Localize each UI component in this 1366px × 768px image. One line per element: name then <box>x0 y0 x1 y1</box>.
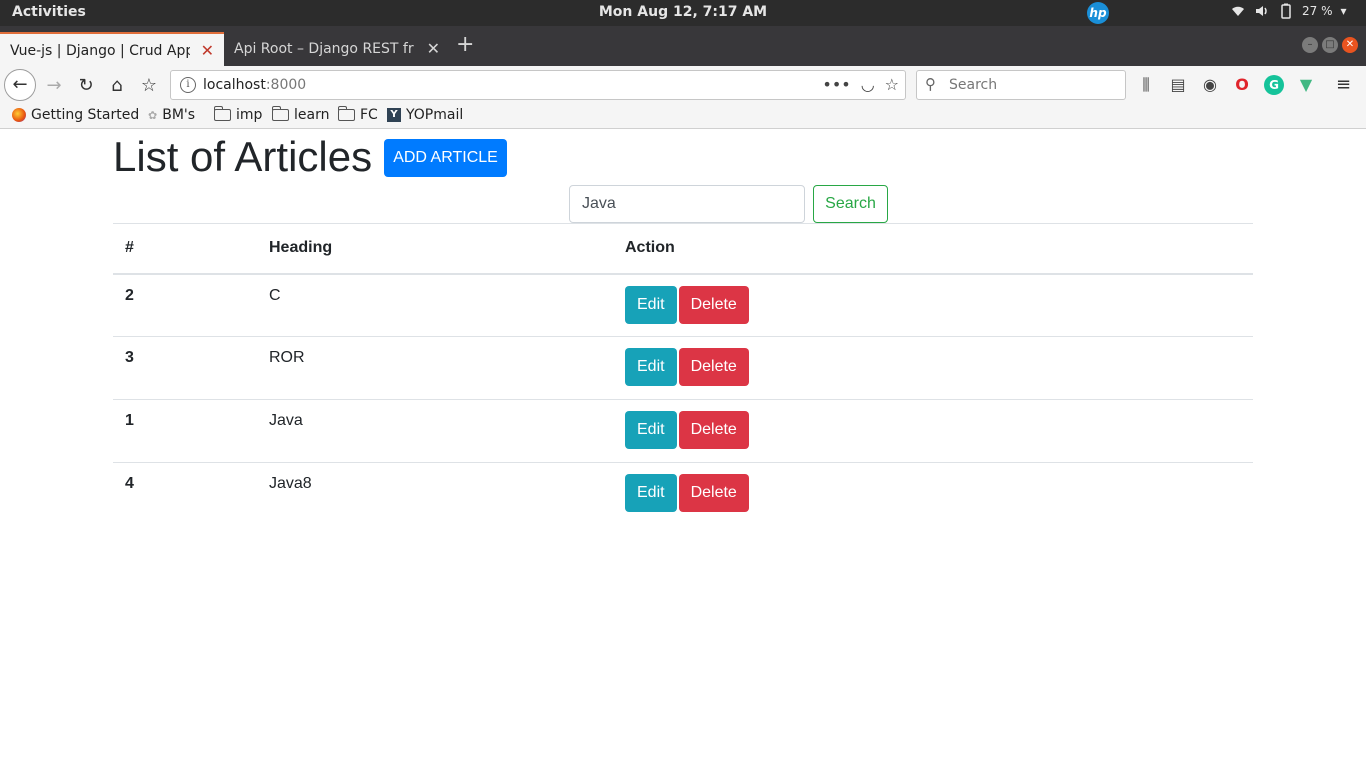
table-row: 3 ROR Edit Delete <box>113 336 1253 400</box>
row-actions: Edit Delete <box>613 462 1253 526</box>
row-actions: Edit Delete <box>613 274 1253 337</box>
bookmark-bms[interactable]: ✿ BM's <box>148 107 195 123</box>
bookmark-folder-imp[interactable]: imp <box>213 106 263 123</box>
page-content: List of Articles ADD ARTICLE Search # He… <box>0 129 1366 768</box>
maximize-window-icon[interactable]: □ <box>1322 37 1338 53</box>
row-heading: Java8 <box>257 462 613 526</box>
bookmark-getting-started[interactable]: Getting Started <box>12 107 139 123</box>
home-icon[interactable]: ⌂ <box>103 72 131 100</box>
articles-table: # Heading Action 2 C Edit Delete 3 ROR Ed… <box>113 223 1253 526</box>
search-icon: ⚲ <box>925 75 936 93</box>
delete-button[interactable]: Delete <box>678 285 749 324</box>
tab-close-icon[interactable]: ✕ <box>201 41 214 60</box>
column-header-action: Action <box>613 223 1253 275</box>
system-tray[interactable]: 27 % ▾ <box>1230 3 1347 19</box>
edit-button[interactable]: Edit <box>625 474 677 512</box>
bookmark-star-icon[interactable]: ☆ <box>885 75 899 94</box>
new-tab-plus-icon[interactable]: + <box>456 34 474 56</box>
site-info-icon[interactable]: i <box>180 77 196 93</box>
tab-title: Vue-js | Django | Crud App <box>10 43 190 59</box>
edit-button[interactable]: Edit <box>625 285 677 324</box>
row-actions: Edit Delete <box>613 336 1253 400</box>
wifi-icon <box>1232 6 1244 17</box>
table-header-row: # Heading Action <box>113 223 1253 275</box>
folder-icon <box>213 106 231 121</box>
row-id: 2 <box>125 286 134 304</box>
bookmark-folder-fc[interactable]: FC <box>337 106 378 123</box>
grammarly-icon[interactable]: G <box>1264 75 1284 95</box>
library-icon[interactable]: ⫼ <box>1136 75 1156 95</box>
article-search-input[interactable] <box>569 185 805 223</box>
forward-arrow-icon[interactable]: → <box>40 72 68 100</box>
tab-close-icon[interactable]: ✕ <box>427 39 440 58</box>
firefox-icon <box>12 108 26 122</box>
url-text[interactable]: localhost:8000 <box>203 77 306 93</box>
vue-devtools-icon[interactable]: ▼ <box>1296 75 1316 95</box>
row-id: 4 <box>113 462 257 526</box>
delete-button[interactable]: Delete <box>678 348 749 386</box>
account-icon[interactable]: ◉ <box>1200 75 1220 95</box>
table-row: 2 C Edit Delete <box>113 274 1253 337</box>
bookmark-label: FC <box>360 107 378 123</box>
row-id: 1 <box>113 399 257 463</box>
tab-inactive[interactable]: Api Root – Django REST fram ✕ <box>224 32 450 66</box>
folder-icon <box>337 106 355 121</box>
browser-tab-strip: Vue-js | Django | Crud App ✕ Api Root – … <box>0 26 1366 66</box>
table-row: 1 Java Edit Delete <box>113 399 1253 463</box>
bookmark-label: Getting Started <box>31 107 140 123</box>
bookmark-label: BM's <box>162 107 196 123</box>
url-port: :8000 <box>265 77 307 93</box>
volume-icon <box>1256 6 1267 16</box>
bookmark-favicon-icon: ✿ <box>148 108 158 122</box>
yopmail-icon: Y <box>387 108 401 122</box>
delete-button[interactable]: Delete <box>678 474 749 512</box>
url-host: localhost <box>203 77 266 93</box>
column-header-heading: Heading <box>257 223 613 275</box>
search-placeholder: Search <box>949 77 998 93</box>
window-controls: – □ ✕ <box>1302 37 1358 53</box>
opera-extension-icon[interactable]: O <box>1232 75 1252 95</box>
page-actions-icon[interactable]: ••• <box>822 75 850 94</box>
reload-icon[interactable]: ↻ <box>72 72 100 100</box>
bookmarks-bar: Getting Started ✿ BM's imp learn FC Y YOPm… <box>0 104 1366 129</box>
row-actions: Edit Delete <box>613 399 1253 463</box>
system-top-bar: Activities Mon Aug 12, 7:17 AM hp 27 % ▾ <box>0 0 1366 26</box>
sidebar-icon[interactable]: ▤ <box>1168 75 1188 95</box>
bookmark-folder-learn[interactable]: learn <box>271 106 330 123</box>
browser-nav-bar: ← → ↻ ⌂ ☆ i localhost:8000 ••• ◡ ☆ ⚲ Sea… <box>0 66 1366 104</box>
hp-logo-icon: hp <box>1087 2 1109 24</box>
minimize-window-icon[interactable]: – <box>1302 37 1318 53</box>
row-heading: C <box>269 286 281 304</box>
close-window-icon[interactable]: ✕ <box>1342 37 1358 53</box>
tab-title: Api Root – Django REST fram <box>234 41 414 57</box>
edit-button[interactable]: Edit <box>625 348 677 386</box>
pocket-icon[interactable]: ◡ <box>861 75 875 94</box>
add-article-button[interactable]: ADD ARTICLE <box>384 139 507 177</box>
delete-button[interactable]: Delete <box>678 411 749 449</box>
url-bar[interactable]: i localhost:8000 ••• ◡ ☆ <box>170 70 906 100</box>
table-row: 4 Java8 Edit Delete <box>113 462 1253 526</box>
back-arrow-icon[interactable]: ← <box>4 69 36 101</box>
battery-percent: 27 % <box>1302 4 1333 18</box>
battery-icon <box>1281 3 1291 19</box>
row-heading: Java <box>257 399 613 463</box>
pocket-save-icon[interactable]: ☆ <box>135 72 163 100</box>
row-heading: ROR <box>257 336 613 400</box>
page-title: List of Articles <box>113 133 373 180</box>
folder-icon <box>271 106 289 121</box>
column-header-id: # <box>113 223 257 275</box>
browser-search-bar[interactable]: ⚲ Search <box>916 70 1126 100</box>
bookmark-yopmail[interactable]: Y YOPmail <box>387 107 463 123</box>
hamburger-menu-icon[interactable]: ≡ <box>1336 74 1351 95</box>
system-clock[interactable]: Mon Aug 12, 7:17 AM <box>599 4 767 20</box>
bookmark-label: learn <box>294 107 330 123</box>
row-id: 3 <box>113 336 257 400</box>
tab-active[interactable]: Vue-js | Django | Crud App ✕ <box>0 32 224 66</box>
system-menu-chevron-icon: ▾ <box>1340 4 1347 18</box>
bookmark-label: YOPmail <box>406 107 464 123</box>
search-button[interactable]: Search <box>813 185 888 223</box>
edit-button[interactable]: Edit <box>625 411 677 449</box>
activities-button[interactable]: Activities <box>12 4 86 20</box>
bookmark-label: imp <box>236 107 263 123</box>
